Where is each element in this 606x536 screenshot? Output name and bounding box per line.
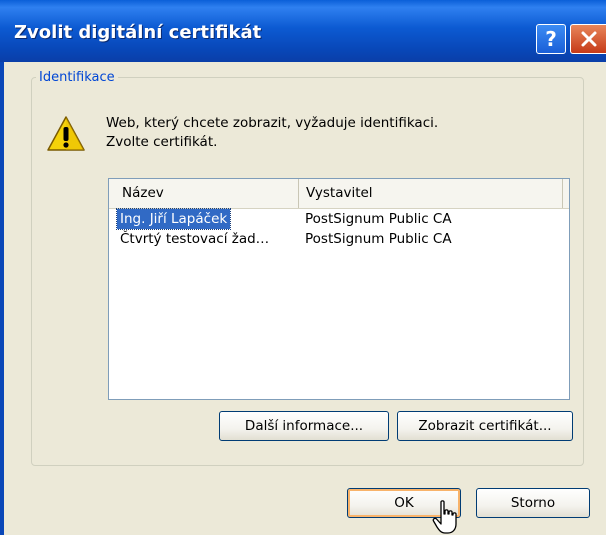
question-mark-icon: ? [545, 28, 557, 50]
cancel-button[interactable]: Storno [476, 488, 590, 518]
help-button[interactable]: ? [536, 24, 566, 54]
certificate-list[interactable]: Název Vystavitel Ing. Jiří Lapáček PostS… [108, 178, 570, 400]
window-title: Zvolit digitální certifikát [14, 22, 262, 43]
column-header-name[interactable]: Název [109, 179, 299, 208]
list-header: Název Vystavitel [109, 179, 569, 209]
close-x-icon [581, 31, 596, 47]
window-frame-left [0, 62, 4, 535]
certificate-dialog: Zvolit digitální certifikát ? Identifika… [0, 0, 606, 535]
certificate-issuer: PostSignum Public CA [305, 231, 452, 247]
certificate-name: Ing. Jiří Lapáček [115, 208, 232, 230]
mouse-pointer-icon [432, 500, 457, 534]
certificate-issuer: PostSignum Public CA [305, 211, 452, 227]
group-legend: Identifikace [39, 70, 115, 85]
message-line-1: Web, který chcete zobrazit, vyžaduje ide… [106, 115, 439, 131]
list-body: Ing. Jiří Lapáček PostSignum Public CA Č… [109, 208, 569, 249]
view-certificate-button[interactable]: Zobrazit certifikát... [397, 411, 573, 441]
message-line-2: Zvolte certifikát. [106, 134, 218, 150]
certificate-row[interactable]: Ing. Jiří Lapáček PostSignum Public CA [109, 208, 569, 230]
more-info-button[interactable]: Další informace... [219, 411, 389, 441]
certificate-name: Čtvrtý testovací žad… [120, 231, 270, 247]
certificate-row[interactable]: Čtvrtý testovací žad… PostSignum Public … [109, 229, 569, 249]
identification-message: Web, který chcete zobrazit, vyžaduje ide… [106, 114, 576, 152]
close-button[interactable] [570, 24, 606, 54]
column-header-issuer[interactable]: Vystavitel [301, 179, 563, 208]
svg-text:?: ? [545, 28, 557, 50]
warning-icon [47, 116, 85, 151]
title-bar[interactable]: Zvolit digitální certifikát ? [0, 0, 606, 62]
